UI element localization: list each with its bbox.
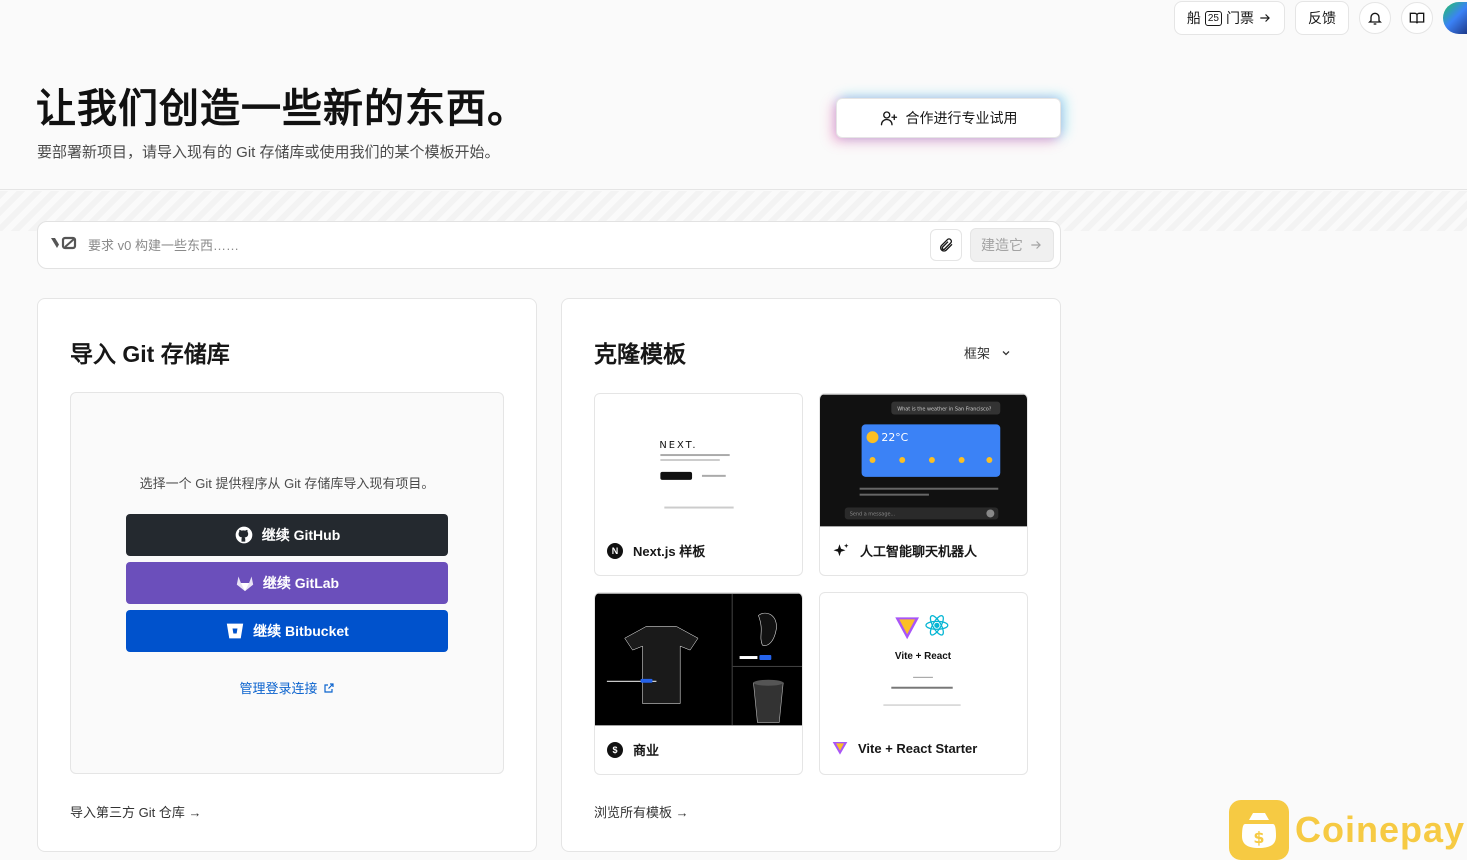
template-commerce[interactable]: $ 商业 [594, 592, 803, 775]
page-subtitle: 要部署新项目，请导入现有的 Git 存储库或使用我们的某个模板开始。 [37, 144, 500, 161]
ship-label: 船 [1186, 10, 1201, 26]
template-vite-react[interactable]: Vite + React Vite + React Starter [819, 592, 1028, 775]
clone-template-title: 克隆模板 [594, 341, 686, 367]
svg-text:NEXT.: NEXT. [659, 440, 697, 451]
ship-badge: 25 [1204, 10, 1222, 26]
svg-text:22°C: 22°C [881, 431, 908, 444]
dollar-icon: $ [607, 741, 623, 758]
gitlab-button-label: 继续 GitLab [262, 575, 340, 591]
arrow-right-icon [1031, 241, 1041, 249]
v0-logo-icon [51, 236, 77, 249]
template-label-text: 人工智能聊天机器人 [860, 544, 978, 559]
prompt-input[interactable] [80, 237, 930, 253]
ai-chatbot-template-label: 人工智能聊天机器人 [832, 541, 977, 560]
coinepay-watermark: $ Coinepay [1229, 800, 1465, 860]
bell-icon [1368, 12, 1382, 25]
docs-button[interactable] [1401, 2, 1433, 34]
page-title: 让我们创造一些新的东西。 [36, 87, 528, 131]
book-icon [1409, 12, 1425, 24]
framework-label: 框架 [963, 346, 990, 361]
template-nextjs[interactable]: NEXT. N Next.js 样板 [594, 393, 803, 576]
vite-icon [832, 742, 848, 755]
ship-tickets-button[interactable]: 船 25 门票 [1173, 1, 1285, 35]
v0-logo [50, 235, 80, 256]
arrow-right-icon [1260, 14, 1270, 22]
nextjs-preview: NEXT. [595, 394, 802, 527]
notifications-button[interactable] [1359, 2, 1391, 34]
svg-text:$: $ [1253, 828, 1264, 847]
gitlab-icon [236, 576, 254, 592]
v0-prompt-bar: 建造它 [37, 221, 1061, 269]
commerce-template-label: $ 商业 [607, 740, 659, 759]
chevron-down-icon [1002, 350, 1010, 355]
avatar[interactable] [1443, 2, 1467, 34]
template-label-text: Vite + React Starter [858, 740, 978, 756]
template-label-text: Next.js 样板 [633, 544, 706, 559]
svg-text:Vite + React: Vite + React [895, 651, 952, 662]
feedback-button[interactable]: 反馈 [1295, 1, 1349, 35]
continue-gitlab-button[interactable]: 继续 GitLab [126, 562, 448, 604]
build-button-label: 建造它 [981, 237, 1023, 253]
nextjs-template-label: N Next.js 样板 [607, 541, 705, 560]
manage-link-label: 管理登录连接 [239, 681, 318, 696]
vite-react-preview: Vite + React [820, 593, 1027, 726]
attach-button[interactable] [930, 229, 962, 261]
watermark-text: Coinepay [1295, 809, 1466, 850]
svg-text:Send a message...: Send a message... [850, 511, 896, 517]
collaborate-pro-trial-button[interactable]: 合作进行专业试用 [836, 98, 1061, 138]
top-bar: 船 25 门票 反馈 [1173, 0, 1467, 36]
template-ai-chatbot[interactable]: What is the weather in San Francisco? 22… [819, 393, 1028, 576]
git-provider-description: 选择一个 Git 提供程序从 Git 存储库导入现有项目。 [139, 476, 435, 491]
external-link-icon [323, 682, 334, 693]
import-git-title: 导入 Git 存储库 [70, 341, 230, 367]
sparkles-icon [833, 543, 849, 556]
wallet-logo-icon: $ [1229, 800, 1289, 860]
template-label-text: 商业 [633, 743, 660, 758]
continue-bitbucket-button[interactable]: 继续 Bitbucket [126, 610, 448, 652]
github-button-label: 继续 GitHub [261, 527, 341, 543]
import-third-party-link[interactable]: 导入第三方 Git 仓库 → [70, 802, 201, 821]
vite-react-template-label: Vite + React Starter [832, 740, 977, 756]
framework-dropdown[interactable]: 框架 [964, 343, 1012, 362]
svg-text:What is the weather in San Fra: What is the weather in San Francisco? [897, 406, 992, 412]
collaborate-button-label: 合作进行专业试用 [905, 110, 1018, 126]
browse-all-templates-link[interactable]: 浏览所有模板 → [594, 802, 689, 821]
continue-github-button[interactable]: 继续 GitHub [126, 514, 448, 556]
bitbucket-icon [226, 623, 244, 639]
manage-login-connections-link[interactable]: 管理登录连接 [71, 678, 503, 697]
bitbucket-button-label: 继续 Bitbucket [253, 623, 349, 639]
ai-chatbot-preview: What is the weather in San Francisco? 22… [820, 394, 1027, 527]
paperclip-icon [940, 238, 953, 252]
clone-template-card: 克隆模板 框架 NEXT. N Next.js 样板 What is the w… [561, 298, 1061, 852]
nextjs-icon: N [607, 542, 623, 559]
commerce-preview [595, 593, 802, 726]
add-user-icon [880, 111, 897, 126]
github-icon [235, 526, 253, 544]
import-git-card: 导入 Git 存储库 选择一个 Git 提供程序从 Git 存储库导入现有项目。… [37, 298, 537, 852]
ship-suffix: 门票 [1226, 10, 1254, 26]
build-it-button[interactable]: 建造它 [970, 228, 1054, 262]
git-provider-box: 选择一个 Git 提供程序从 Git 存储库导入现有项目。 继续 GitHub … [70, 392, 504, 774]
